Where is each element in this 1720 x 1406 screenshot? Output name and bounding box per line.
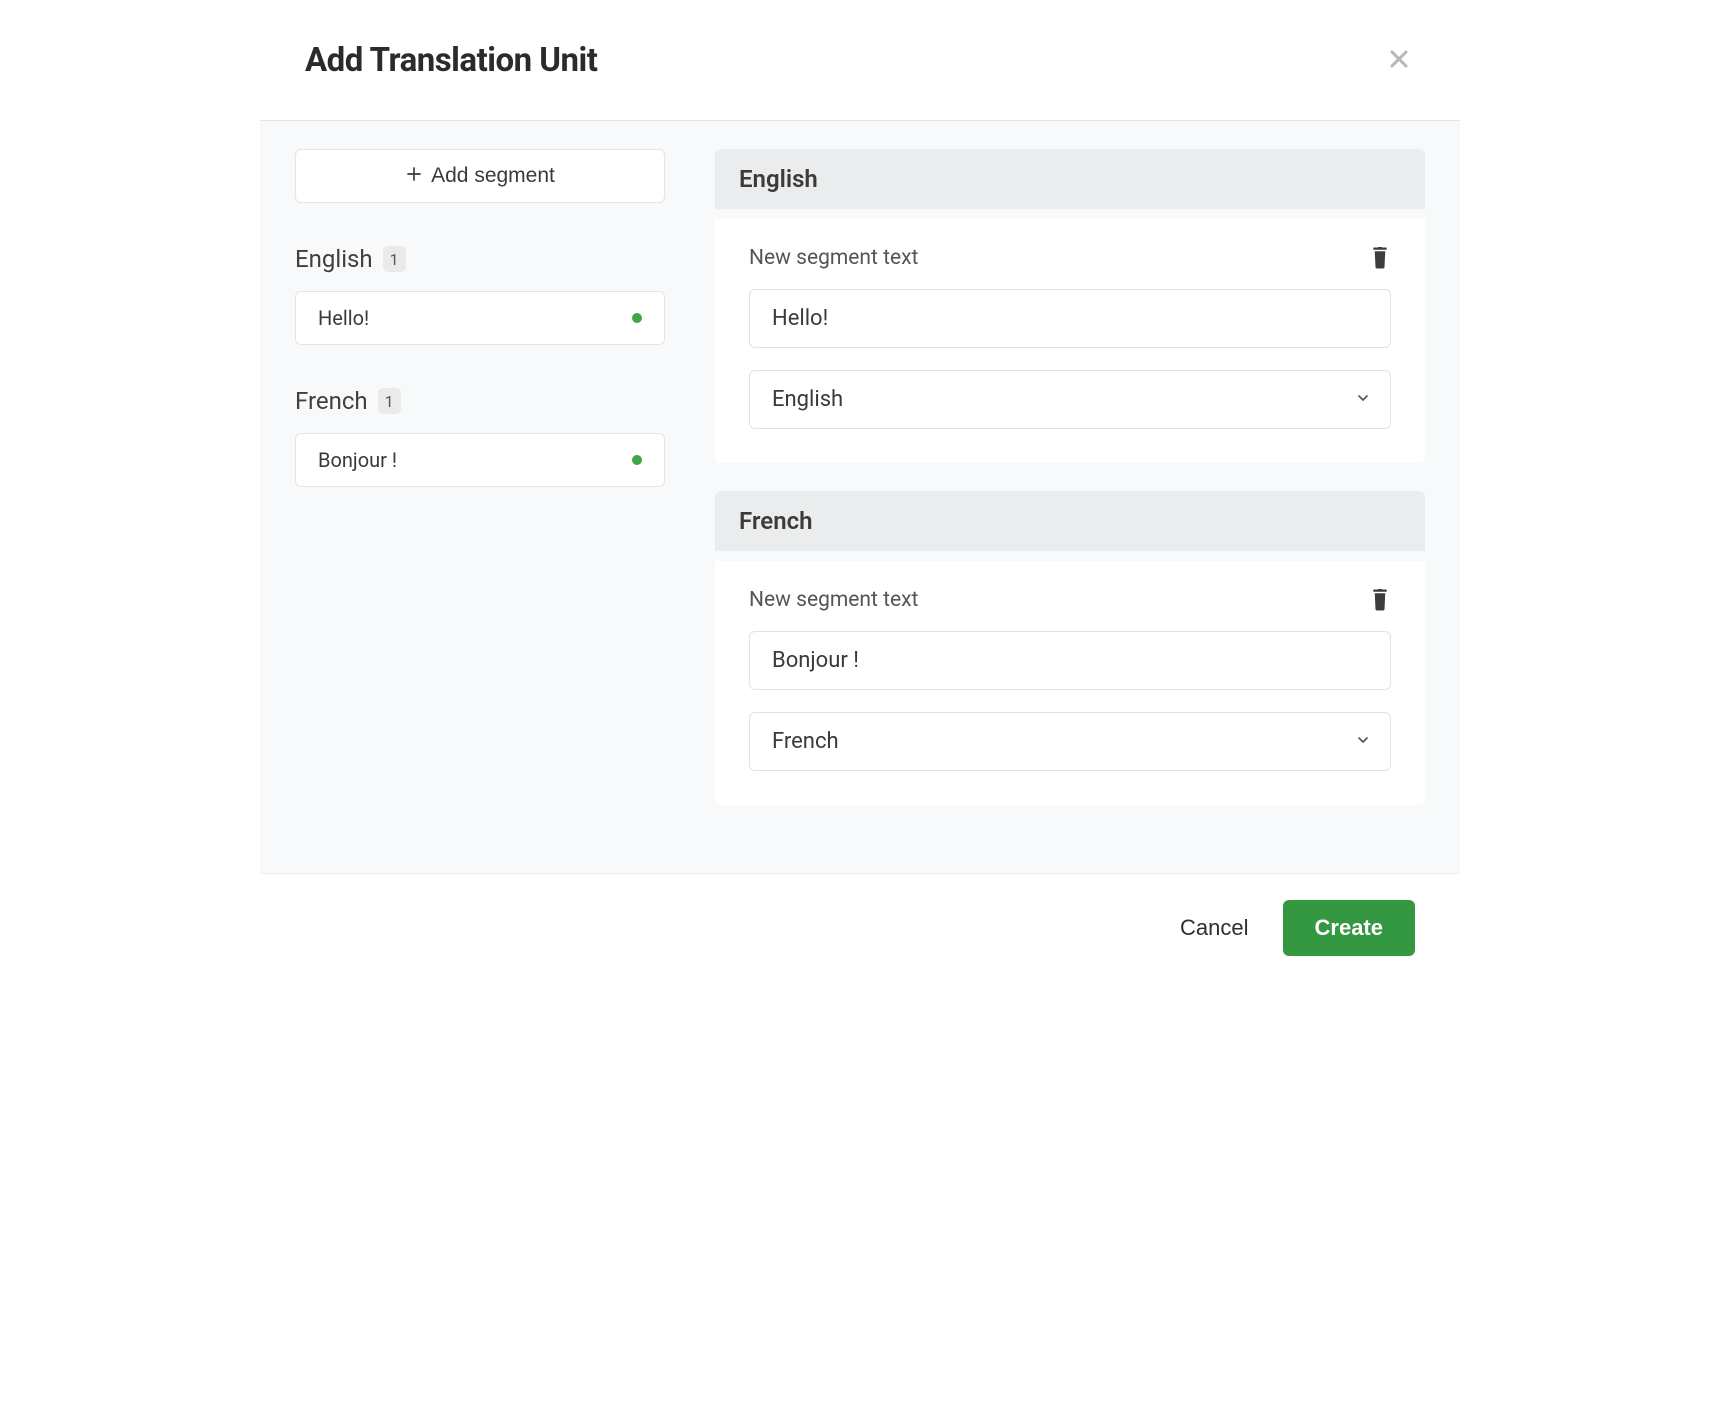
segment-text-label: New segment text <box>749 588 918 612</box>
panel-french: French New segment text <box>715 491 1425 805</box>
modal-body: Add segment English 1 Hello! French 1 <box>260 121 1460 873</box>
plus-icon <box>405 165 423 187</box>
panel-body-top: New segment text <box>749 245 1391 271</box>
trash-icon <box>1371 589 1389 611</box>
sidebar-group-header: English 1 <box>295 245 665 273</box>
panel-english: English New segment text <box>715 149 1425 463</box>
segment-card-text: Bonjour ! <box>318 448 397 472</box>
cancel-button[interactable]: Cancel <box>1180 915 1248 941</box>
add-translation-unit-modal: Add Translation Unit Add segment <box>260 0 1460 982</box>
status-dot-icon <box>632 455 642 465</box>
sidebar-group-label: French <box>295 387 368 415</box>
sidebar-group-french: French 1 Bonjour ! <box>295 387 665 487</box>
close-button[interactable] <box>1383 40 1415 80</box>
panel-header: English <box>715 149 1425 209</box>
main-panels: English New segment text <box>715 149 1425 833</box>
segment-card-text: Hello! <box>318 306 369 330</box>
sidebar-group-english: English 1 Hello! <box>295 245 665 345</box>
panel-body: New segment text <box>715 561 1425 805</box>
count-badge: 1 <box>383 246 406 272</box>
segment-text-label: New segment text <box>749 246 918 270</box>
delete-segment-button[interactable] <box>1369 587 1391 613</box>
language-select-wrap: English <box>749 370 1391 429</box>
segment-text-input[interactable] <box>749 289 1391 348</box>
sidebar: Add segment English 1 Hello! French 1 <box>295 149 665 833</box>
modal-title: Add Translation Unit <box>305 41 597 80</box>
panel-body: New segment text <box>715 219 1425 463</box>
trash-icon <box>1371 247 1389 269</box>
modal-footer: Cancel Create <box>260 873 1460 982</box>
segment-card[interactable]: Hello! <box>295 291 665 345</box>
create-button[interactable]: Create <box>1283 900 1415 956</box>
language-select[interactable]: French <box>749 712 1391 771</box>
sidebar-group-label: English <box>295 245 373 273</box>
modal-header: Add Translation Unit <box>260 0 1460 121</box>
segment-card[interactable]: Bonjour ! <box>295 433 665 487</box>
panel-header: French <box>715 491 1425 551</box>
panel-body-top: New segment text <box>749 587 1391 613</box>
close-icon <box>1387 42 1411 78</box>
delete-segment-button[interactable] <box>1369 245 1391 271</box>
sidebar-group-header: French 1 <box>295 387 665 415</box>
add-segment-button[interactable]: Add segment <box>295 149 665 203</box>
add-segment-label: Add segment <box>431 164 555 188</box>
status-dot-icon <box>632 313 642 323</box>
language-select-wrap: French <box>749 712 1391 771</box>
language-select[interactable]: English <box>749 370 1391 429</box>
count-badge: 1 <box>378 388 401 414</box>
segment-text-input[interactable] <box>749 631 1391 690</box>
